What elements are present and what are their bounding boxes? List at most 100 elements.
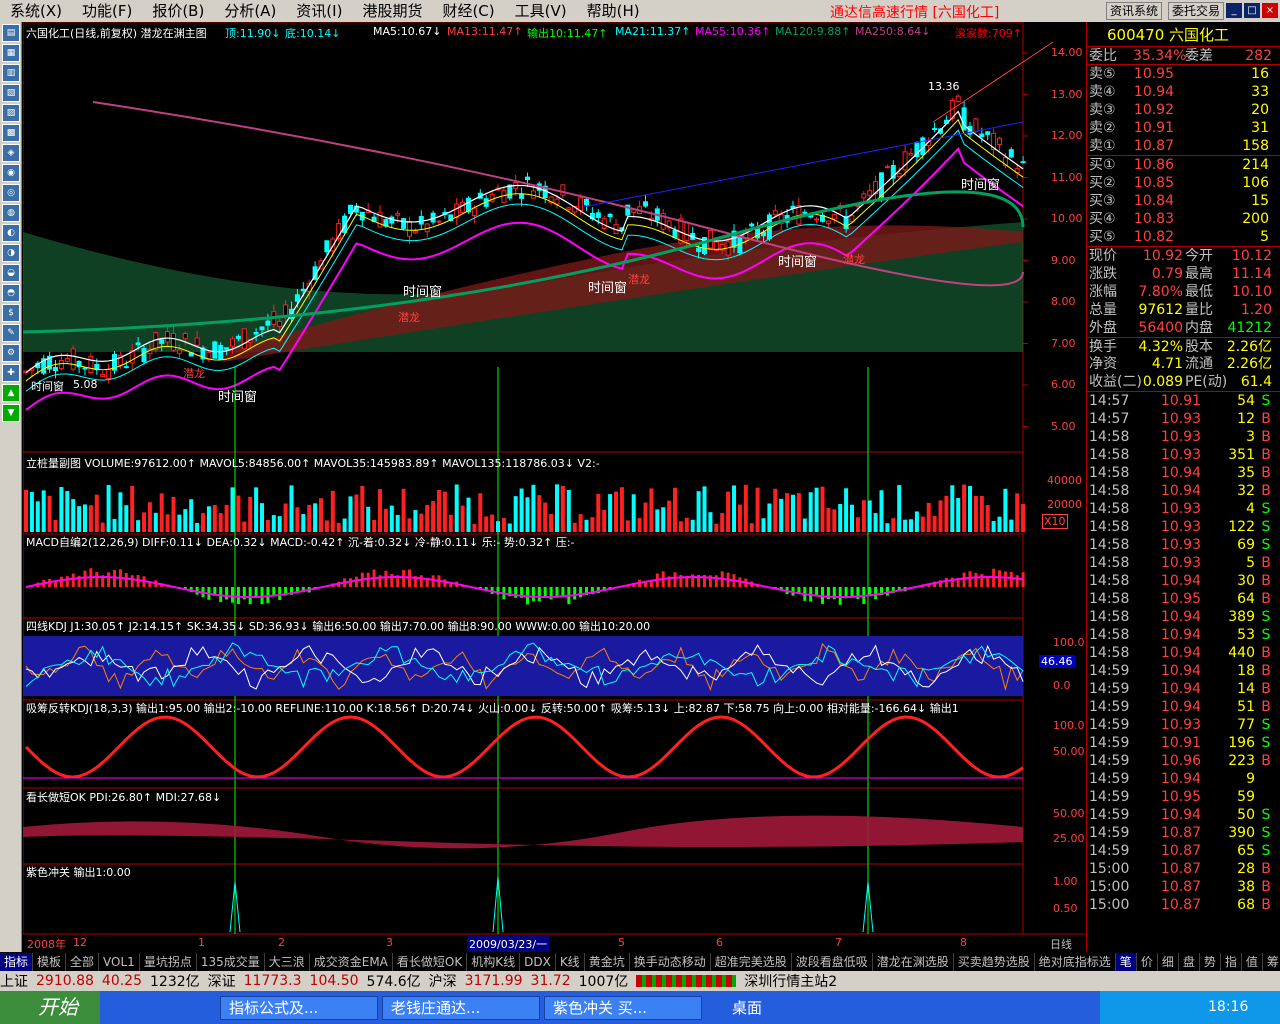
qianlong-label: 潜龙 xyxy=(628,273,650,286)
tool-icon[interactable]: ◓ xyxy=(2,284,20,302)
indicator-tab[interactable]: 超准完美选股 xyxy=(711,953,792,971)
indicator-tab[interactable]: 量坑拐点 xyxy=(140,953,197,971)
menu-system[interactable]: 系统(X) xyxy=(0,0,72,22)
task-button[interactable]: 老钱庄通达... xyxy=(382,995,540,1020)
indicator-tab[interactable]: 大三浪 xyxy=(265,953,310,971)
side-tab[interactable]: 细 xyxy=(1158,953,1179,971)
tool-icon[interactable]: ◐ xyxy=(2,224,20,242)
tool-icon[interactable]: ◒ xyxy=(2,264,20,282)
trade-tick-row: 15:00 10.87 28 B xyxy=(1089,861,1271,877)
side-tab[interactable]: 价 xyxy=(1137,953,1158,971)
tool-icon[interactable]: ✚ xyxy=(2,364,20,382)
tool-icon[interactable]: ◉ xyxy=(2,164,20,182)
indicator-tab[interactable]: 全部 xyxy=(66,953,100,971)
volume-bar xyxy=(755,487,760,532)
price-tick: 6.00 xyxy=(1051,378,1076,391)
tool-icon[interactable]: ▤ xyxy=(2,24,20,42)
side-tab[interactable]: 盘 xyxy=(1179,953,1200,971)
tool-icon[interactable]: ◑ xyxy=(2,244,20,262)
indicator-tab[interactable]: 机构K线 xyxy=(467,953,521,971)
indicator-tab[interactable]: 成交资金EMA xyxy=(310,953,393,971)
tool-icon[interactable]: ▥ xyxy=(2,64,20,82)
volume-bar xyxy=(254,487,259,532)
macd-bar xyxy=(838,587,842,605)
server-label[interactable]: 深圳行情主站2 xyxy=(744,971,837,991)
volume-bar xyxy=(401,488,406,532)
indicator-tab[interactable]: DDX xyxy=(520,953,556,971)
macd-bar xyxy=(998,570,1001,587)
tool-icon[interactable]: ⚙ xyxy=(2,344,20,362)
side-tab[interactable]: 势 xyxy=(1200,953,1221,971)
tool-icon[interactable]: ◍ xyxy=(2,204,20,222)
minimize-icon[interactable]: _ xyxy=(1226,3,1242,18)
volume-bar xyxy=(873,513,878,532)
macd-bar xyxy=(354,576,358,587)
count-label: 滚家数:709↑ xyxy=(955,27,1022,40)
close-icon[interactable]: × xyxy=(1262,3,1278,18)
indicator-tab[interactable]: 换手动态移动 xyxy=(630,953,711,971)
indicator-tab[interactable]: VOL1 xyxy=(99,953,140,971)
arrow-up-icon[interactable]: ▲ xyxy=(2,384,20,402)
chart-area[interactable]: 六国化工(日线,前复权) 潜龙在渊主图 顶:11.90↓ 底:10.14↓ MA… xyxy=(23,22,1085,953)
desktop-label[interactable]: 桌面 xyxy=(732,997,762,1018)
arrow-down-icon[interactable]: ▼ xyxy=(2,404,20,422)
menu-help[interactable]: 帮助(H) xyxy=(577,0,650,22)
indicator-tab[interactable]: K线 xyxy=(556,953,585,971)
task-button[interactable]: 紫色冲关 买... xyxy=(544,995,702,1020)
maximize-icon[interactable]: □ xyxy=(1244,3,1260,18)
menu-quote[interactable]: 报价(B) xyxy=(142,0,214,22)
volume-bar xyxy=(926,502,931,532)
ma13-label: MA13:11.47↑ xyxy=(447,25,523,38)
candle-body xyxy=(401,218,407,229)
indicator-tab[interactable]: 135成交量 xyxy=(197,953,265,971)
menu-info[interactable]: 资讯(I) xyxy=(286,0,352,22)
panel-frame xyxy=(23,863,1024,935)
menu-analysis[interactable]: 分析(A) xyxy=(214,0,286,22)
side-tab[interactable]: 指 xyxy=(1221,953,1242,971)
candle-body xyxy=(997,137,1002,146)
menu-hk[interactable]: 港股期货 xyxy=(352,0,432,22)
indicator-tab[interactable]: 模板 xyxy=(33,953,67,971)
volume-bar xyxy=(153,512,158,532)
volume-bar xyxy=(248,496,253,532)
tool-icon[interactable]: ▦ xyxy=(2,44,20,62)
volume-bar xyxy=(313,503,318,532)
volume-bar xyxy=(230,487,235,532)
indicator-tab[interactable]: 波段看盘低吸 xyxy=(792,953,873,971)
menu-finance[interactable]: 财经(C) xyxy=(432,0,504,22)
volume-bar xyxy=(832,509,837,532)
trade-tick-row: 14:58 10.95 64 B xyxy=(1089,591,1271,607)
tool-icon[interactable]: ▩ xyxy=(2,124,20,142)
period-label[interactable]: 日线 xyxy=(1050,936,1072,952)
tool-icon[interactable]: $ xyxy=(2,304,20,322)
tool-icon[interactable]: ◈ xyxy=(2,144,20,162)
bid-row: 买⑤ 10.82 5 xyxy=(1089,229,1269,245)
volume-bar xyxy=(979,496,984,532)
indicator-tab[interactable]: 绝对底指标选 xyxy=(1035,953,1116,971)
side-tab[interactable]: 筹 xyxy=(1263,953,1280,971)
trade-tick-row: 14:58 10.94 53 S xyxy=(1089,627,1271,643)
volume-bar xyxy=(236,495,241,532)
indicator-tab[interactable]: 黄金坑 xyxy=(585,953,630,971)
start-button[interactable]: 开始 xyxy=(0,991,100,1024)
x-label: 2 xyxy=(278,936,285,949)
trade-button[interactable]: 委托交易 xyxy=(1168,2,1225,20)
indicator-tab[interactable]: 潜龙在渊选股 xyxy=(873,953,954,971)
tool-icon[interactable]: ◎ xyxy=(2,184,20,202)
tool-icon[interactable]: ✎ xyxy=(2,324,20,342)
menu-function[interactable]: 功能(F) xyxy=(72,0,142,22)
indicator-tab[interactable]: 指标 xyxy=(0,953,34,971)
indicator-tab[interactable]: 买卖趋势选股 xyxy=(954,953,1035,971)
purple-panel-header: 紫色冲关 输出1:0.00 xyxy=(26,866,131,879)
task-button[interactable]: 指标公式及... xyxy=(220,995,378,1020)
volume-bar xyxy=(378,489,382,532)
menu-tools[interactable]: 工具(V) xyxy=(505,0,577,22)
side-tab[interactable]: 值 xyxy=(1242,953,1263,971)
quote-row: 净资 4.71 流通 2.26亿 xyxy=(1089,356,1272,372)
macd-bar xyxy=(673,572,677,587)
tool-icon[interactable]: ▧ xyxy=(2,84,20,102)
indicator-tab[interactable]: 看长做短OK xyxy=(393,953,468,971)
info-system-button[interactable]: 资讯系统 xyxy=(1106,2,1163,20)
side-tab[interactable]: 笔 xyxy=(1115,953,1137,971)
tool-icon[interactable]: ▨ xyxy=(2,104,20,122)
